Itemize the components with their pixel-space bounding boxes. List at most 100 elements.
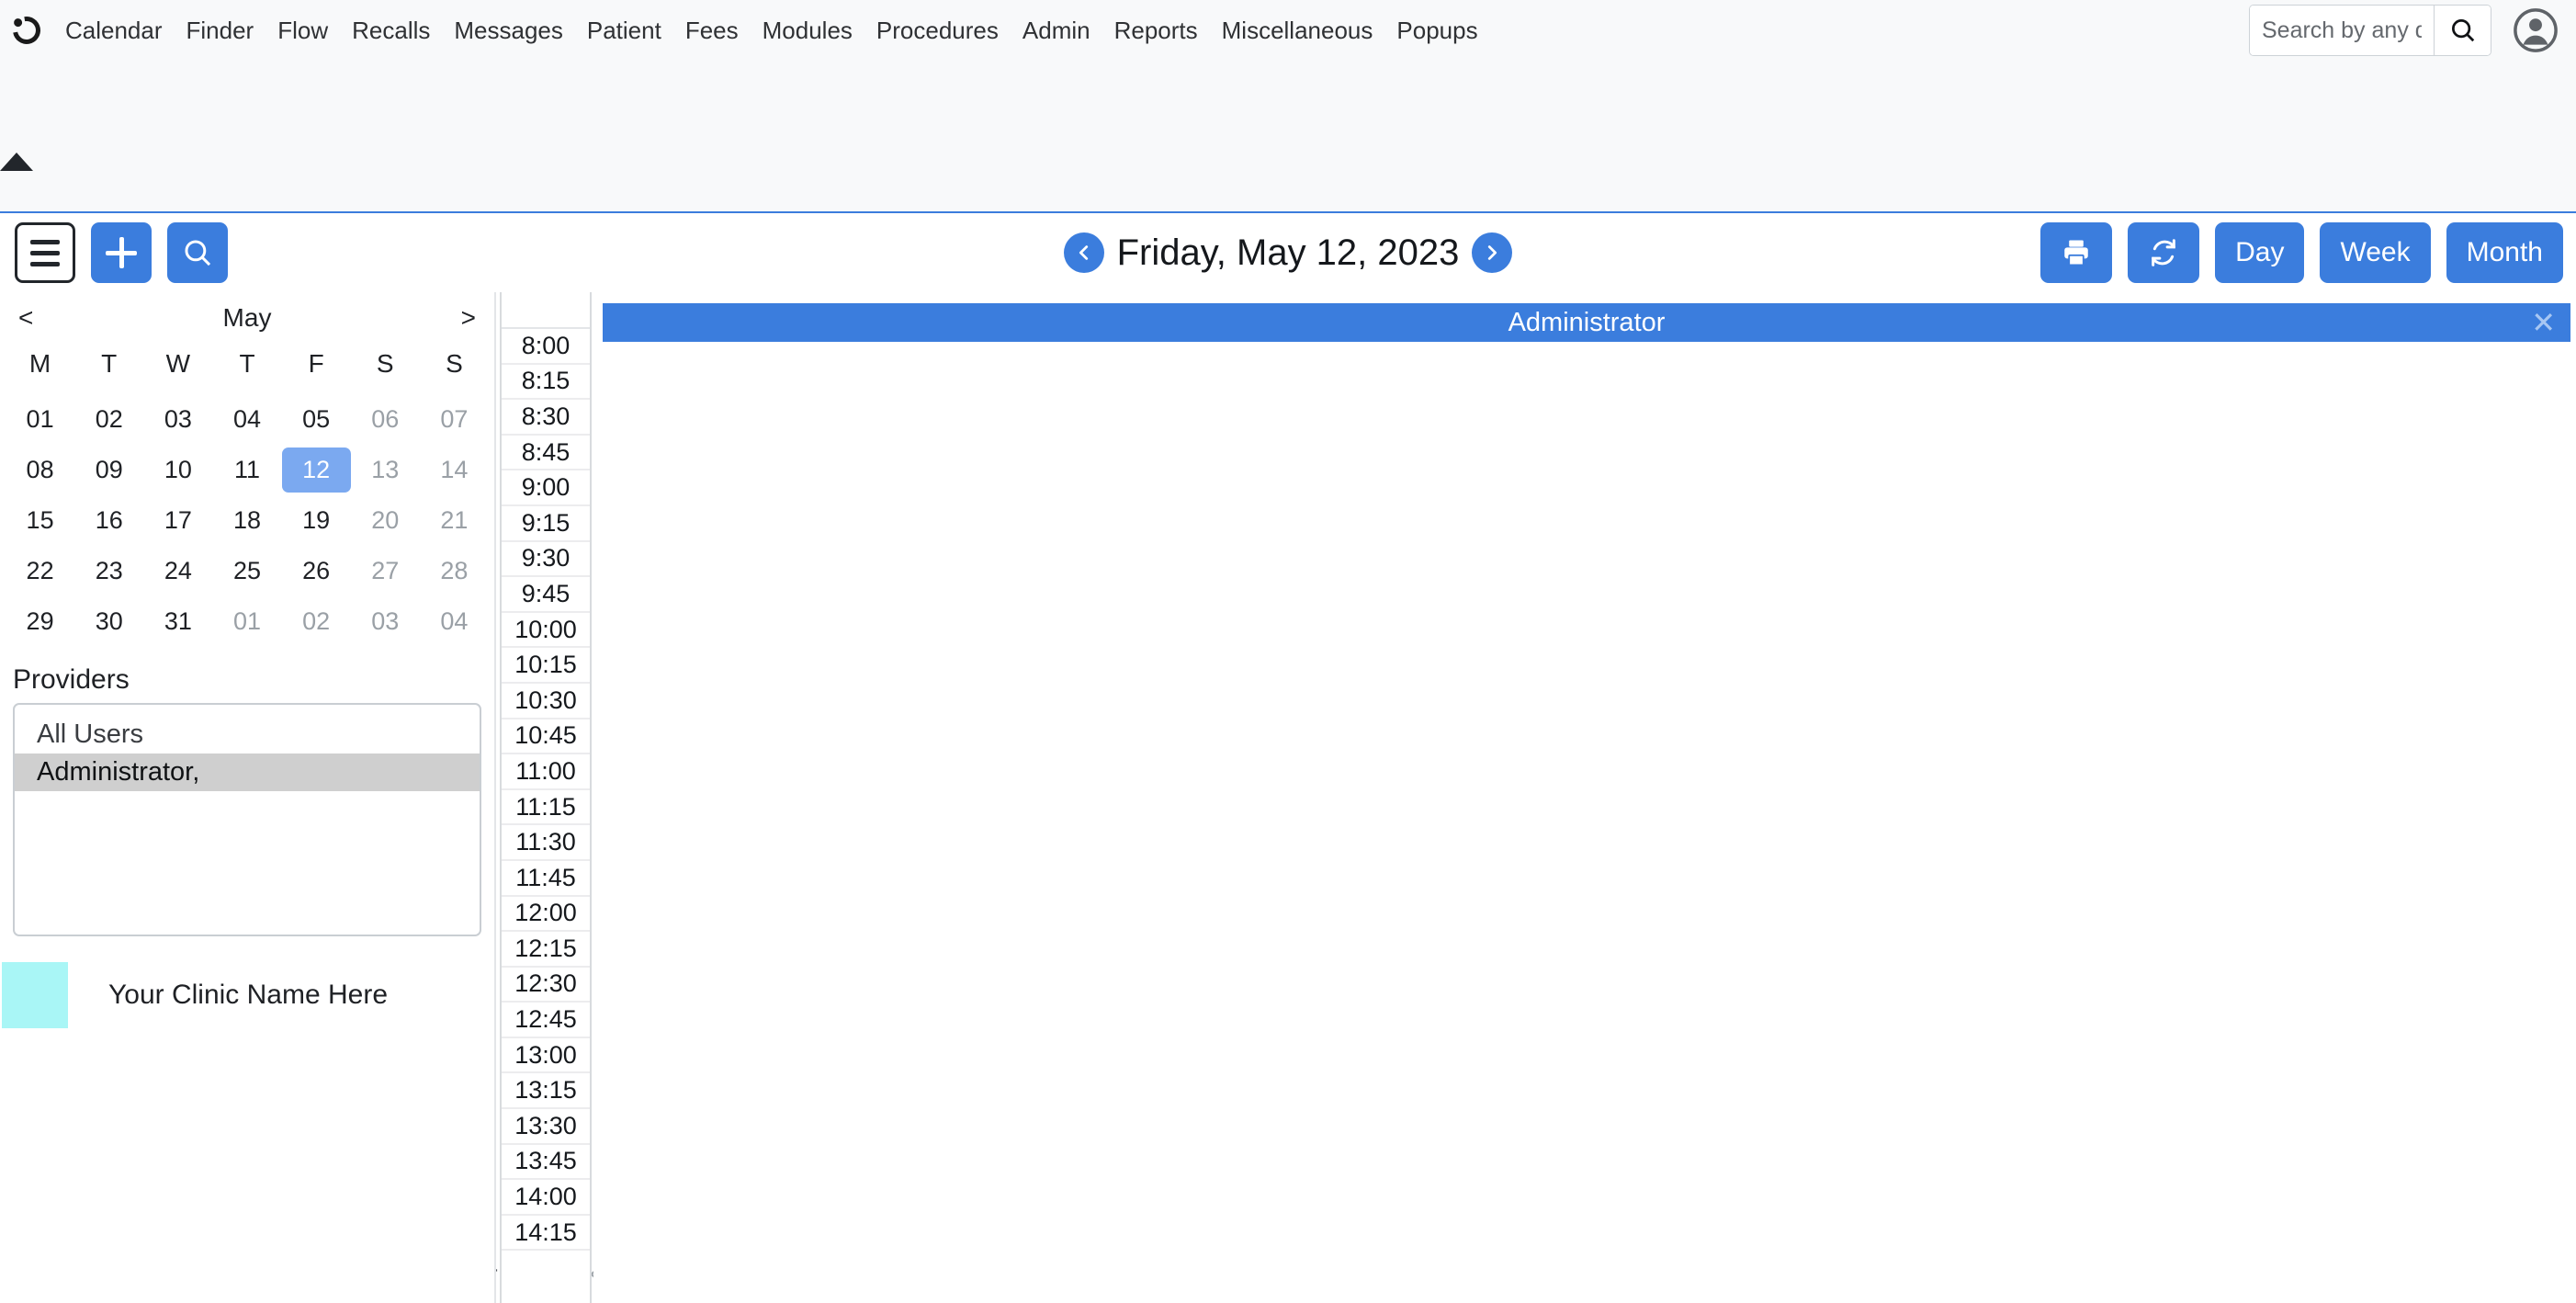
time-slot-label: 14:15 — [502, 1216, 590, 1252]
tab-strip — [0, 61, 2576, 211]
mini-calendar-selected-day[interactable]: 12 — [281, 448, 351, 493]
calendar-toolbar: Friday, May 12, 2023 Day Week Month — [0, 211, 2576, 292]
providers-label: Providers — [13, 664, 130, 695]
time-slot-label: 11:00 — [502, 754, 590, 790]
nav-item-flow[interactable]: Flow — [266, 0, 340, 61]
time-slot-label: 9:30 — [502, 542, 590, 578]
mini-calendar-day[interactable]: 26 — [282, 549, 351, 594]
nav-item-reports[interactable]: Reports — [1102, 0, 1210, 61]
calendar-search-button[interactable] — [167, 222, 228, 283]
providers-list[interactable]: All Users Administrator, — [13, 703, 481, 936]
mini-calendar-day[interactable]: 28 — [420, 549, 489, 594]
ring-logo-icon[interactable] — [0, 0, 53, 61]
next-day-button[interactable] — [1472, 232, 1513, 273]
view-month-button[interactable]: Month — [2446, 222, 2563, 283]
mini-calendar-day[interactable]: 08 — [6, 448, 74, 493]
nav-item-recalls[interactable]: Recalls — [340, 0, 442, 61]
nav-item-popups[interactable]: Popups — [1384, 0, 1489, 61]
mini-calendar-day[interactable]: 04 — [212, 397, 281, 442]
print-button[interactable] — [2040, 222, 2113, 283]
time-slot-label: 8:30 — [502, 400, 590, 436]
mini-calendar-day[interactable]: 09 — [74, 448, 143, 493]
nav-item-messages[interactable]: Messages — [442, 0, 575, 61]
mini-calendar-day[interactable]: 03 — [143, 397, 212, 442]
nav-item-calendar[interactable]: Calendar — [53, 0, 175, 61]
mini-calendar-day[interactable]: 05 — [282, 397, 351, 442]
nav-item-patient[interactable]: Patient — [575, 0, 673, 61]
mini-calendar-day[interactable]: 03 — [351, 599, 420, 644]
global-search — [2249, 5, 2491, 56]
mini-calendar-day[interactable]: 13 — [351, 448, 420, 493]
mini-calendar-day[interactable]: 24 — [143, 549, 212, 594]
mini-calendar-day[interactable]: 16 — [74, 498, 143, 543]
mini-calendar-day[interactable]: 07 — [420, 397, 489, 442]
collapse-triangle-icon[interactable] — [0, 153, 33, 171]
mini-calendar-prev-button[interactable]: < — [13, 303, 39, 333]
mini-calendar-day[interactable]: 31 — [143, 599, 212, 644]
mini-calendar-grid: M T W T F S S 01 02 03 04 05 06 07 08 09 10 11 12 13 14 15 16 1… — [0, 338, 494, 644]
schedule-column-close-button[interactable]: ✕ — [2531, 308, 2556, 337]
view-week-button[interactable]: Week — [2320, 222, 2431, 283]
nav-item-finder[interactable]: Finder — [175, 0, 266, 61]
mini-calendar-day[interactable]: 14 — [420, 448, 489, 493]
search-button[interactable] — [2434, 6, 2491, 55]
mini-calendar-day[interactable]: 18 — [212, 498, 281, 543]
plus-icon — [106, 237, 137, 268]
time-slot-label: 13:45 — [502, 1145, 590, 1181]
day-of-week-header: W — [165, 349, 191, 378]
mini-calendar-day[interactable]: 02 — [282, 599, 351, 644]
mini-calendar-next-button[interactable]: > — [456, 303, 481, 333]
schedule-column-header[interactable]: Administrator ✕ — [603, 303, 2570, 342]
refresh-button[interactable] — [2128, 222, 2200, 283]
user-account-icon[interactable] — [2512, 6, 2559, 54]
schedule-column-body[interactable] — [593, 342, 2576, 1297]
previous-day-button[interactable] — [1063, 232, 1104, 273]
schedule-grid: Administrator ✕ — [593, 292, 2576, 1303]
mini-calendar-day[interactable]: 25 — [212, 549, 281, 594]
mini-calendar-month-label: May — [222, 303, 272, 332]
mini-calendar-day[interactable]: 01 — [212, 599, 281, 644]
provider-option[interactable]: Administrator, — [15, 753, 480, 791]
search-input[interactable] — [2250, 6, 2434, 55]
mini-calendar-day[interactable]: 15 — [6, 498, 74, 543]
mini-calendar-day[interactable]: 22 — [6, 549, 74, 594]
time-axis-header — [502, 292, 590, 329]
add-appointment-button[interactable] — [91, 222, 152, 283]
mini-calendar-day[interactable]: 23 — [74, 549, 143, 594]
clinic-color-swatch — [2, 962, 68, 1028]
day-of-week-header: S — [446, 349, 463, 378]
clinic-name-label: Your Clinic Name Here — [108, 980, 389, 1010]
nav-item-admin[interactable]: Admin — [1011, 0, 1102, 61]
time-slot-label: 10:00 — [502, 613, 590, 649]
mini-calendar-day[interactable]: 19 — [282, 498, 351, 543]
nav-item-fees[interactable]: Fees — [673, 0, 751, 61]
search-icon — [2451, 19, 2474, 42]
mini-calendar-day[interactable]: 10 — [143, 448, 212, 493]
day-of-week-header: S — [376, 349, 394, 378]
time-slot-list: 8:00 8:15 8:30 8:45 9:00 9:15 9:30 9:45 10:00 10:… — [502, 329, 590, 1252]
provider-option[interactable]: All Users — [15, 716, 480, 753]
mini-calendar-day[interactable]: 11 — [212, 448, 281, 493]
mini-calendar-day[interactable]: 01 — [6, 397, 74, 442]
nav-item-procedures[interactable]: Procedures — [864, 0, 1011, 61]
view-day-button[interactable]: Day — [2215, 222, 2305, 283]
mini-calendar-day[interactable]: 27 — [351, 549, 420, 594]
printer-icon — [2064, 240, 2088, 266]
mini-calendar-day[interactable]: 29 — [6, 599, 74, 644]
mini-calendar-day[interactable]: 17 — [143, 498, 212, 543]
toolbar-right-group: Day Week Month — [2040, 222, 2563, 283]
hamburger-menu-button[interactable] — [15, 222, 75, 283]
mini-calendar-day[interactable]: 30 — [74, 599, 143, 644]
time-slot-label: 12:15 — [502, 932, 590, 968]
schedule-column: Administrator ✕ — [593, 303, 2576, 1297]
time-slot-label: 12:45 — [502, 1003, 590, 1038]
refresh-icon — [2152, 239, 2175, 266]
mini-calendar-day[interactable]: 20 — [351, 498, 420, 543]
time-slot-label: 9:00 — [502, 470, 590, 506]
mini-calendar-day[interactable]: 04 — [420, 599, 489, 644]
mini-calendar-day[interactable]: 02 — [74, 397, 143, 442]
mini-calendar-day[interactable]: 06 — [351, 397, 420, 442]
nav-item-miscellaneous[interactable]: Miscellaneous — [1210, 0, 1385, 61]
mini-calendar-day[interactable]: 21 — [420, 498, 489, 543]
nav-item-modules[interactable]: Modules — [751, 0, 864, 61]
